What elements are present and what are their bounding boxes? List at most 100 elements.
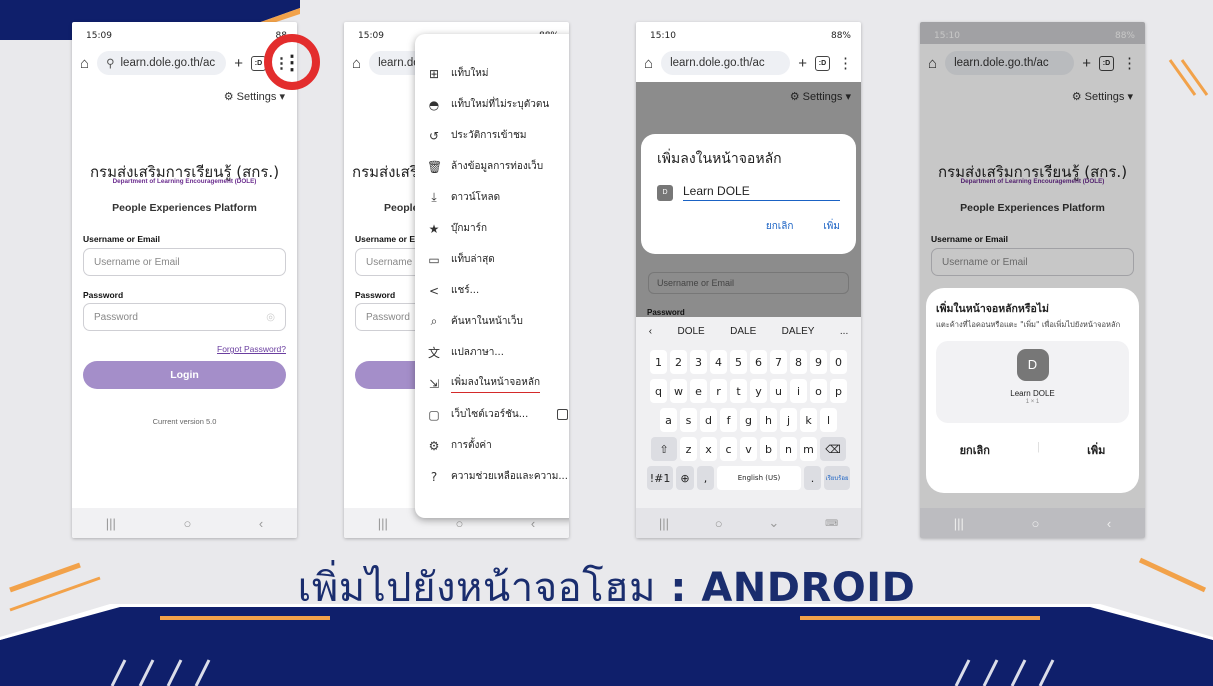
history-icon: ↺ <box>428 128 440 143</box>
backspace-key-icon[interactable]: ⌫ <box>820 437 846 461</box>
key[interactable]: y <box>750 379 767 403</box>
eye-icon[interactable]: ◎ <box>266 312 275 323</box>
key[interactable]: 7 <box>770 350 787 374</box>
key[interactable]: l <box>820 408 837 432</box>
menu-item-recent-tabs[interactable]: ▭ แท็บล่าสุด <box>415 244 569 275</box>
menu-item-new-tab[interactable]: ⊞ แท็บใหม่ <box>415 58 569 89</box>
key[interactable]: t <box>730 379 747 403</box>
menu-item-star[interactable]: ★ บุ๊กมาร์ก <box>415 213 569 244</box>
username-input[interactable]: Username or Email <box>83 248 286 276</box>
menu-item-add-to-home[interactable]: ⇲ เพิ่มลงในหน้าจอหลัก <box>415 368 569 399</box>
key[interactable]: k <box>800 408 817 432</box>
key[interactable]: x <box>700 437 717 461</box>
password-input[interactable]: Password ◎ <box>83 303 286 331</box>
key[interactable]: r <box>710 379 727 403</box>
key[interactable]: i <box>790 379 807 403</box>
enter-key[interactable]: เรียบร้อย <box>824 466 850 490</box>
cancel-button[interactable]: ยกเลิก <box>766 219 794 234</box>
space-key[interactable]: English (US) <box>717 466 801 490</box>
key[interactable]: 3 <box>690 350 707 374</box>
key[interactable]: a <box>660 408 677 432</box>
recents-icon[interactable]: ||| <box>106 516 116 531</box>
key[interactable]: 4 <box>710 350 727 374</box>
login-button[interactable]: Login <box>83 361 286 389</box>
suggestion-back-icon[interactable]: ‹ <box>649 326 652 337</box>
menu-item-share[interactable]: < แชร์... <box>415 275 569 306</box>
home-icon[interactable]: ⌂ <box>352 56 361 71</box>
new-tab-plus-icon[interactable]: + <box>798 56 807 71</box>
key[interactable]: f <box>720 408 737 432</box>
settings-dropdown[interactable]: ⚙ Settings ▾ <box>224 90 285 103</box>
shortcut-name-input[interactable]: Learn DOLE <box>683 184 840 201</box>
cancel-button[interactable]: ยกเลิก <box>960 441 990 459</box>
shift-key-icon[interactable]: ⇧ <box>651 437 677 461</box>
kebab-menu-icon[interactable]: ⋮ <box>838 56 853 71</box>
key[interactable]: 9 <box>810 350 827 374</box>
key[interactable]: h <box>760 408 777 432</box>
menu-item-trash[interactable]: 🗑 ล้างข้อมูลการท่องเว็บ <box>415 151 569 182</box>
comma-key[interactable]: , <box>697 466 714 490</box>
key[interactable]: e <box>690 379 707 403</box>
home-button-icon[interactable]: ○ <box>1031 516 1039 531</box>
suggestion-item[interactable]: DALE <box>730 326 756 337</box>
key[interactable]: d <box>700 408 717 432</box>
recents-icon[interactable]: ||| <box>659 516 669 531</box>
key[interactable]: s <box>680 408 697 432</box>
menu-item-gear[interactable]: ⚙ การตั้งค่า <box>415 430 569 461</box>
key[interactable]: 0 <box>830 350 847 374</box>
menu-item-label: แท็บใหม่ที่ไม่ระบุตัวตน <box>451 99 550 110</box>
key[interactable]: o <box>810 379 827 403</box>
browser-toolbar: ⌂ learn.dole.go.th/ac + :D ⋮ <box>636 44 861 82</box>
recents-icon[interactable]: ||| <box>378 516 388 531</box>
home-button-icon[interactable]: ○ <box>715 516 723 531</box>
address-bar[interactable]: learn.dole.go.th/ac <box>661 51 791 75</box>
site-settings-icon[interactable]: ⚲ <box>106 56 114 70</box>
suggestion-item[interactable]: ... <box>840 326 848 337</box>
trash-icon: 🗑 <box>427 159 443 174</box>
key[interactable]: z <box>680 437 697 461</box>
key[interactable]: p <box>830 379 847 403</box>
key[interactable]: u <box>770 379 787 403</box>
home-button-icon[interactable]: ○ <box>183 516 191 531</box>
key[interactable]: b <box>760 437 777 461</box>
key[interactable]: 5 <box>730 350 747 374</box>
menu-item-desktop-site[interactable]: ▢ เว็บไซต์เวอร์ชัน... <box>415 399 569 430</box>
home-icon[interactable]: ⌂ <box>80 56 89 71</box>
key[interactable]: 6 <box>750 350 767 374</box>
key[interactable]: j <box>780 408 797 432</box>
back-icon[interactable]: ‹ <box>259 516 263 531</box>
address-bar[interactable]: ⚲ learn.dole.go.th/ac <box>97 51 227 75</box>
new-tab-plus-icon[interactable]: + <box>234 56 243 71</box>
menu-item-find-in-page[interactable]: ⌕ ค้นหาในหน้าเว็บ <box>415 306 569 337</box>
back-icon[interactable]: ‹ <box>1107 516 1111 531</box>
forgot-password-link[interactable]: Forgot Password? <box>217 344 286 354</box>
menu-item-help[interactable]: ? ความช่วยเหลือและความ... <box>415 461 569 492</box>
hide-keyboard-icon[interactable]: ⌄ <box>768 515 779 531</box>
key[interactable]: q <box>650 379 667 403</box>
key[interactable]: w <box>670 379 687 403</box>
menu-item-incognito[interactable]: ◓ แท็บใหม่ที่ไม่ระบุตัวตน <box>415 89 569 120</box>
menu-item-translate[interactable]: 文 แปลภาษา... <box>415 337 569 368</box>
symbols-key[interactable]: !#1 <box>647 466 673 490</box>
tab-switcher-icon[interactable]: :D <box>815 55 830 71</box>
desktop-site-checkbox[interactable] <box>557 409 568 420</box>
add-button[interactable]: เพิ่ม <box>1087 441 1105 459</box>
suggestion-item[interactable]: DOLE <box>677 326 704 337</box>
suggestion-item[interactable]: DALEY <box>782 326 815 337</box>
period-key[interactable]: . <box>804 466 821 490</box>
key[interactable]: c <box>720 437 737 461</box>
key[interactable]: 2 <box>670 350 687 374</box>
key[interactable]: 8 <box>790 350 807 374</box>
key[interactable]: m <box>800 437 817 461</box>
key[interactable]: n <box>780 437 797 461</box>
key[interactable]: 1 <box>650 350 667 374</box>
menu-item-download[interactable]: ⤓ ดาวน์โหลด <box>415 182 569 213</box>
home-icon[interactable]: ⌂ <box>644 56 653 71</box>
menu-item-history[interactable]: ↺ ประวัติการเข้าชม <box>415 120 569 151</box>
globe-key-icon[interactable]: ⊕ <box>676 466 694 490</box>
key[interactable]: g <box>740 408 757 432</box>
add-button[interactable]: เพิ่ม <box>823 219 840 234</box>
key[interactable]: v <box>740 437 757 461</box>
keyboard-icon[interactable]: ⌨ <box>825 518 838 529</box>
recents-icon[interactable]: ||| <box>954 516 964 531</box>
